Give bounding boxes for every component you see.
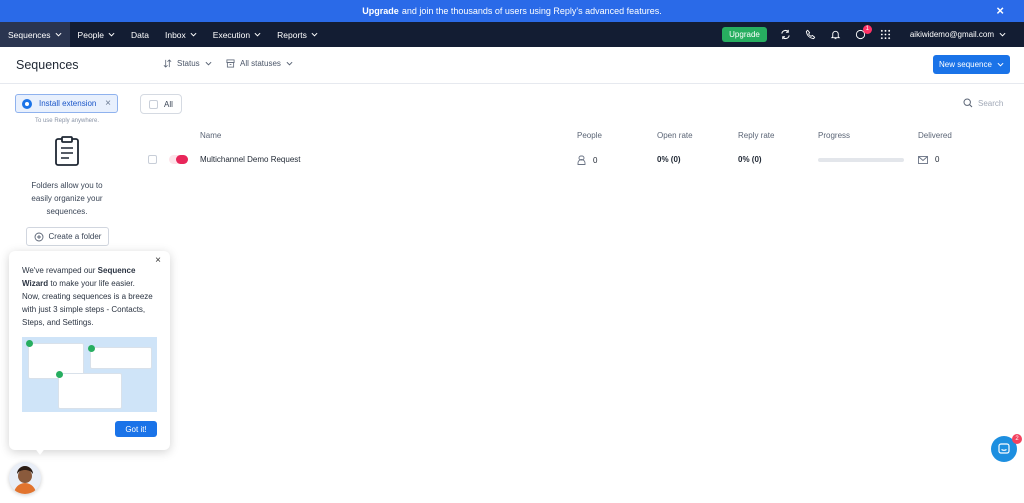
nav-sequences-label: Sequences	[8, 29, 51, 40]
create-folder-button[interactable]: Create a folder	[26, 227, 109, 246]
nav-reports[interactable]: Reports	[269, 22, 326, 47]
chevron-down-icon	[286, 61, 293, 66]
sequence-wizard-popup: × We've revamped our Sequence Wizard to …	[9, 251, 170, 450]
column-progress[interactable]: Progress	[818, 131, 850, 140]
user-menu[interactable]: aikiwidemo@gmail.com	[910, 30, 1006, 39]
chevron-down-icon	[254, 32, 261, 37]
row-checkbox[interactable]	[148, 155, 157, 164]
nav-reports-label: Reports	[277, 29, 307, 40]
column-reply-rate[interactable]: Reply rate	[738, 131, 774, 140]
page-header: Sequences Status All statuses New sequen…	[0, 47, 1024, 84]
people-cell: 0	[577, 155, 597, 165]
create-folder-label: Create a folder	[48, 232, 102, 241]
statuses-filter[interactable]: All statuses	[226, 59, 293, 68]
search-icon	[963, 98, 973, 108]
archive-icon	[226, 59, 235, 68]
plus-circle-icon	[34, 232, 43, 241]
sort-icon	[163, 59, 172, 68]
nav-people-label: People	[77, 29, 105, 40]
delivered-cell: 0	[918, 155, 939, 164]
upgrade-banner: Upgrade and join the thousands of users …	[0, 0, 1024, 22]
select-all-checkbox[interactable]: All	[140, 94, 182, 114]
clipboard-icon	[55, 136, 79, 166]
search-box[interactable]: Search	[963, 98, 1003, 108]
user-email: aikiwidemo@gmail.com	[909, 30, 994, 39]
install-extension-label: Install extension	[39, 99, 97, 108]
status-filter-label: Status	[177, 59, 200, 68]
assistant-avatar[interactable]	[9, 462, 41, 494]
nav-inbox[interactable]: Inbox	[157, 22, 205, 47]
new-sequence-button[interactable]: New sequence	[933, 55, 1010, 74]
chat-badge: 2	[1012, 434, 1022, 444]
bell-icon[interactable]	[830, 29, 842, 41]
folders-description: Folders allow you to easily organize you…	[31, 181, 103, 216]
nav-execution-label: Execution	[212, 29, 251, 40]
statuses-filter-label: All statuses	[240, 59, 281, 68]
reply-rate-cell: 0% (0)	[738, 155, 762, 164]
notification-badge: 1	[862, 24, 872, 34]
column-people[interactable]: People	[577, 131, 602, 140]
people-count: 0	[593, 155, 598, 165]
chevron-down-icon	[997, 62, 1004, 67]
chevron-down-icon	[205, 61, 212, 66]
popup-text-1: We've revamped our	[22, 266, 96, 275]
install-extension-hint: To use Reply anywhere.	[34, 118, 100, 124]
chevron-down-icon	[311, 32, 318, 37]
sync-icon[interactable]	[780, 29, 792, 41]
nav-people[interactable]: People	[70, 22, 123, 47]
search-placeholder: Search	[978, 98, 1004, 108]
chevron-down-icon	[55, 32, 62, 37]
nav-data-label: Data	[131, 29, 149, 40]
checkbox[interactable]	[149, 99, 158, 109]
page-title: Sequences	[16, 58, 79, 72]
delivered-count: 0	[935, 155, 940, 164]
apps-grid-icon[interactable]	[880, 29, 892, 41]
wizard-illustration	[22, 337, 157, 412]
nav-data[interactable]: Data	[123, 22, 157, 47]
got-it-button[interactable]: Got it!	[115, 421, 157, 437]
status-filter[interactable]: Status	[163, 59, 212, 68]
column-name[interactable]: Name	[200, 131, 221, 140]
column-open-rate[interactable]: Open rate	[657, 131, 693, 140]
install-extension-button[interactable]: Install extension ×	[15, 94, 118, 113]
mail-icon	[918, 155, 928, 164]
chevron-down-icon	[999, 32, 1006, 37]
popup-close-icon[interactable]: ×	[155, 255, 161, 266]
open-rate-cell: 0% (0)	[657, 155, 681, 164]
banner-close-icon[interactable]: ×	[996, 4, 1004, 17]
sequence-toggle[interactable]	[169, 155, 188, 164]
phone-icon[interactable]	[805, 29, 817, 41]
select-all-label: All	[164, 99, 173, 109]
banner-upgrade-link[interactable]: Upgrade	[362, 6, 399, 16]
chat-icon	[998, 443, 1010, 454]
chevron-down-icon	[190, 32, 197, 37]
progress-bar	[818, 158, 904, 162]
sequence-name-text: Multichannel Demo Request	[200, 155, 301, 164]
extension-icon	[22, 98, 32, 109]
close-icon[interactable]: ×	[105, 98, 111, 109]
upgrade-button[interactable]: Upgrade	[722, 27, 767, 42]
column-delivered[interactable]: Delivered	[918, 131, 952, 140]
new-sequence-label: New sequence	[939, 60, 992, 69]
chevron-down-icon	[108, 32, 115, 37]
person-icon	[577, 155, 586, 165]
popup-message: We've revamped our Sequence Wizard to ma…	[22, 264, 154, 329]
nav-sequences[interactable]: Sequences	[0, 22, 70, 47]
sequence-name[interactable]: Multichannel Demo Request	[200, 155, 301, 164]
banner-text: and join the thousands of users using Re…	[401, 6, 662, 16]
nav-inbox-label: Inbox	[164, 29, 186, 40]
notifications-icon[interactable]: 1	[855, 24, 872, 41]
top-nav: Sequences People Data Inbox Execution Re…	[0, 22, 1024, 47]
nav-execution[interactable]: Execution	[205, 22, 269, 47]
popup-tail	[34, 447, 46, 455]
